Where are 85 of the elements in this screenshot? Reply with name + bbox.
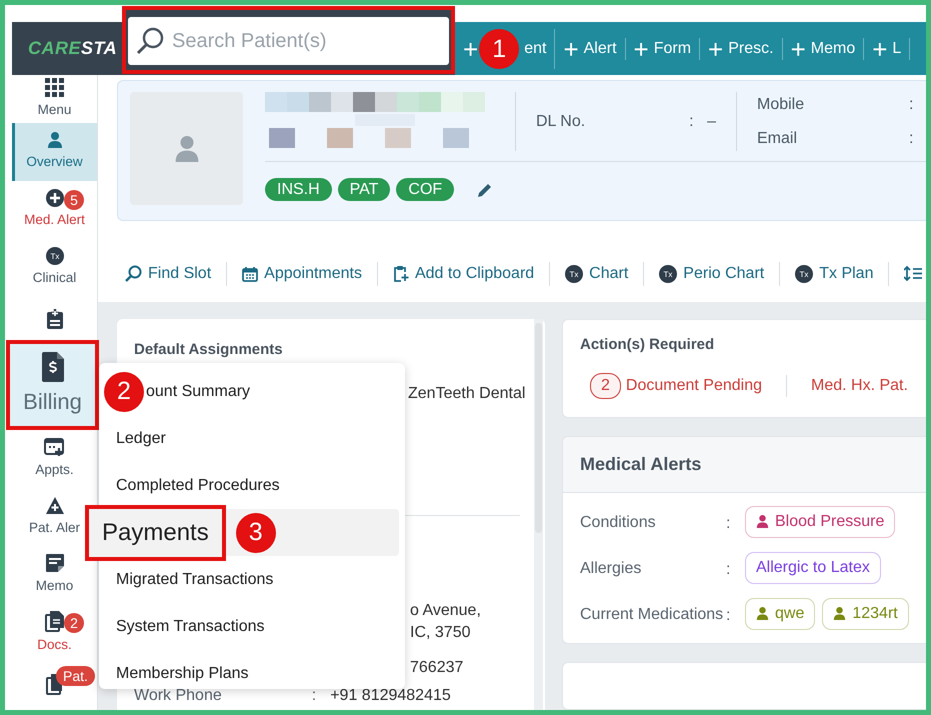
field-label: Work Phone (134, 686, 222, 706)
alert-chip: 1234rt (822, 598, 909, 630)
add-action-button[interactable]: + 1 ent (455, 28, 556, 68)
tag-pill: COF (396, 178, 454, 201)
sidebar-item[interactable]: Med. Alert 5 (12, 181, 97, 239)
tx-icon: Tx (565, 264, 584, 282)
action-link[interactable]: Med. Hx. Pat. (811, 374, 908, 398)
alert-chip: qwe (745, 598, 816, 630)
billing-option[interactable]: Migrated Transactions (116, 568, 274, 592)
clipboard-icon (46, 308, 64, 330)
warning-icon (44, 496, 64, 515)
calendar-icon (242, 266, 258, 282)
billing-option[interactable]: System Transactions (116, 614, 264, 638)
alert-chip: Allergic to Latex (745, 552, 881, 584)
search-icon (125, 265, 142, 282)
calendar-plus-icon (44, 437, 65, 458)
field-value: ZenTeeth Dental (408, 384, 526, 404)
field-separator: : (726, 514, 732, 534)
sidebar-item[interactable]: Appts. (12, 430, 97, 488)
search-icon (136, 27, 164, 55)
tag-pill: INS.H (265, 178, 332, 201)
search-field[interactable]: Search Patient(s) (128, 17, 449, 65)
grid-icon (45, 78, 64, 97)
field-value: 766237 (410, 658, 464, 678)
sidebar-item[interactable]: Overview (12, 123, 97, 181)
logo: CARESTA (28, 37, 118, 60)
toolbar-link[interactable]: Appointments (242, 262, 378, 286)
person-icon (756, 606, 769, 621)
step-number-marker: 2 (104, 372, 144, 412)
toolbar-link[interactable]: Add to Clipboard (392, 262, 550, 286)
billing-option[interactable]: Completed Procedures (116, 474, 280, 498)
clipboard-plus-icon (392, 265, 409, 282)
person-icon (756, 514, 769, 529)
sidebar-item[interactable]: Billing (6, 340, 99, 430)
field-separator: : (689, 112, 695, 132)
field-separator: : (909, 128, 914, 148)
billing-option[interactable]: Payments (85, 504, 226, 560)
document-icon (44, 610, 64, 632)
person-icon (833, 606, 846, 621)
address-text: o Avenue, IC, 3750 (410, 600, 482, 642)
field-separator: : (909, 94, 914, 114)
tag-pill: PAT (338, 178, 390, 201)
note-icon (44, 553, 64, 574)
alert-chip: Blood Pressure (745, 506, 896, 538)
plus-circle-icon (46, 189, 64, 208)
tx-icon: Tx (795, 264, 814, 282)
field-label: Email (757, 128, 798, 148)
billing-option[interactable]: Membership Plans (116, 662, 248, 686)
count-badge: 2 (590, 372, 621, 398)
action-link[interactable]: Document Pending (626, 374, 762, 398)
field-label: DL No. (536, 112, 586, 132)
tx-icon: Tx (46, 247, 64, 266)
step-number-marker: 3 (236, 512, 276, 552)
count-badge: 5 (64, 190, 84, 210)
sidebar-item[interactable]: Pat. (12, 662, 97, 705)
sidebar-item[interactable]: Tx Clinical (12, 239, 97, 297)
field-label: Allergies (580, 558, 642, 578)
step-number-marker: 1 (479, 28, 520, 68)
person-icon (46, 131, 62, 150)
field-separator: : (726, 606, 732, 626)
toolbar-link[interactable]: Tx Perio Chart (659, 262, 780, 286)
toolbar-link[interactable]: Find Slot (125, 262, 228, 286)
card-title: Default Assignments (134, 340, 284, 360)
invoice-icon (42, 352, 64, 382)
count-badge: Pat. (56, 666, 95, 686)
sidebar-item[interactable]: Docs. 2 (12, 604, 97, 662)
sidebar-item[interactable]: Menu (12, 75, 97, 123)
field-label: Mobile (757, 94, 806, 114)
pencil-icon[interactable] (476, 181, 494, 198)
sort-icon[interactable] (904, 265, 922, 282)
card-title: Action(s) Required (580, 335, 716, 355)
toolbar-link[interactable]: Tx Chart (565, 262, 644, 286)
field-separator: : (312, 686, 316, 706)
field-label: Conditions (580, 512, 657, 532)
billing-option[interactable]: Ledger (116, 426, 166, 450)
field-separator: : (726, 560, 732, 580)
card-header: Medical Alerts (563, 436, 926, 492)
field-label: Current Medications (580, 604, 724, 624)
billing-option[interactable]: ount Summary (146, 380, 250, 404)
field-value: +91 8129482415 (330, 686, 451, 706)
toolbar-link[interactable]: Tx Tx Plan (795, 262, 890, 286)
person-icon (174, 134, 200, 164)
field-value: – (707, 112, 716, 132)
tx-icon: Tx (659, 264, 678, 282)
count-badge: 2 (64, 613, 84, 633)
